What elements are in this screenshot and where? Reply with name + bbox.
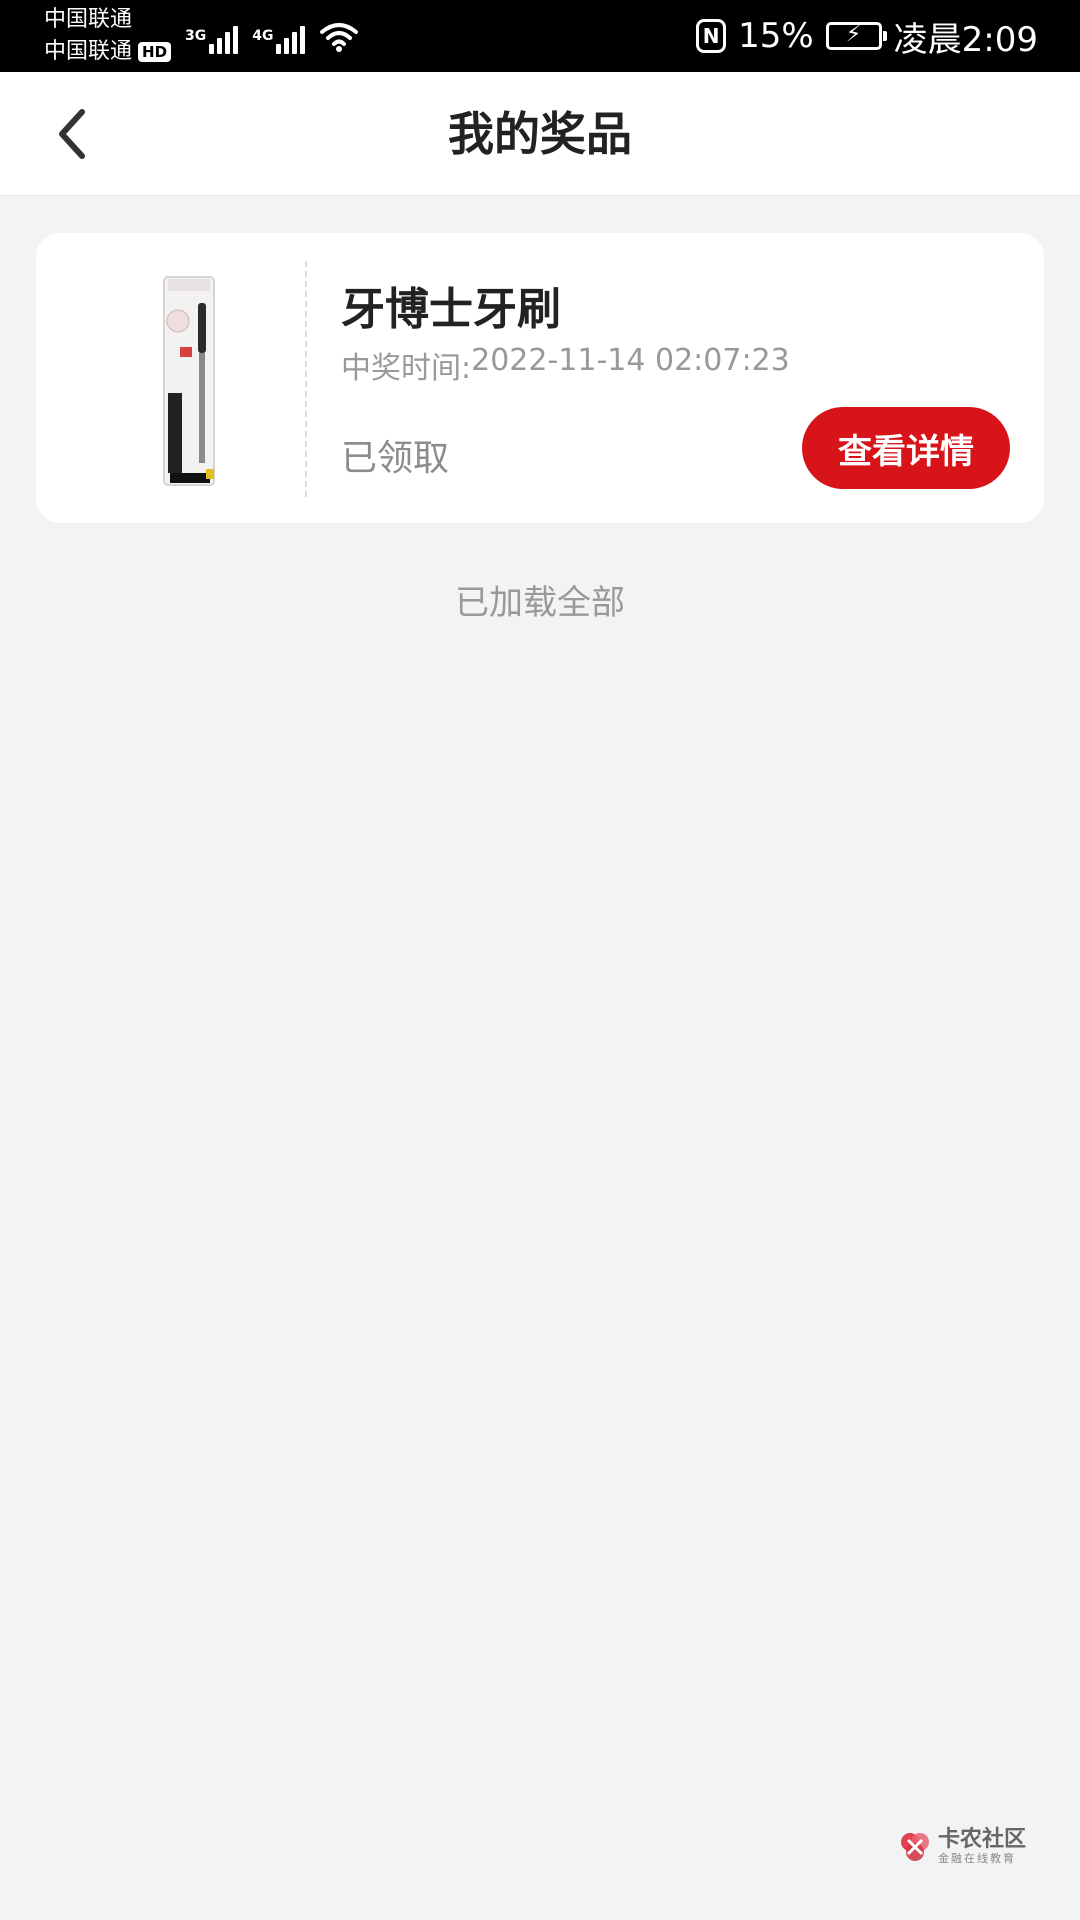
battery-percent: 15% — [738, 16, 814, 56]
signal-group-1: 3G — [185, 26, 239, 54]
carrier-name-1: 中国联通 — [44, 7, 133, 32]
network-type-2: 4G — [252, 28, 274, 44]
kanong-logo-icon — [901, 1833, 929, 1861]
carrier-info: 中国联通 中国联通 HD — [44, 4, 172, 68]
page-title: 我的奖品 — [448, 107, 632, 161]
nfc-icon: N — [696, 19, 727, 53]
hd-badge: HD — [138, 42, 172, 62]
signal-bars-2-icon — [276, 26, 306, 54]
carrier-line-2: 中国联通 HD — [44, 36, 172, 68]
signal-indicators: 3G 4G — [185, 14, 359, 54]
nfc-label: N — [702, 24, 720, 48]
signal-bars-1-icon — [209, 26, 239, 54]
prize-name: 牙博士牙刷 — [341, 284, 561, 335]
status-right: N 15% ⚡ 凌晨2:09 — [696, 0, 1038, 72]
win-time-value: 2022-11-14 02:07:23 — [471, 343, 790, 378]
watermark: 卡农社区 金融在线教育 — [898, 1828, 1026, 1866]
win-time: 中奖时间: 2022-11-14 02:07:23 — [341, 343, 790, 387]
card-divider — [305, 261, 307, 497]
win-time-label: 中奖时间: — [341, 351, 472, 386]
clock: 凌晨2:09 — [893, 19, 1038, 60]
toothbrush-product-image — [163, 276, 215, 486]
wifi-icon — [320, 23, 359, 52]
loaded-all-text: 已加载全部 — [455, 583, 625, 623]
watermark-subtitle: 金融在线教育 — [938, 1852, 1016, 1865]
prize-card[interactable]: 牙博士牙刷 中奖时间: 2022-11-14 02:07:23 已领取 查看详情 — [36, 233, 1044, 523]
status-bar: 中国联通 中国联通 HD 3G 4G N 15% ⚡ 凌晨2:09 — [0, 0, 1080, 72]
battery-charging-icon: ⚡ — [825, 22, 887, 50]
view-details-button[interactable]: 查看详情 — [802, 407, 1010, 489]
carrier-name-2: 中国联通 — [44, 39, 133, 64]
signal-group-2: 4G — [252, 26, 306, 54]
claim-status: 已领取 — [341, 438, 450, 479]
watermark-title: 卡农社区 — [938, 1827, 1027, 1852]
navigation-header: 我的奖品 — [0, 72, 1080, 196]
carrier-line-1: 中国联通 — [44, 4, 171, 36]
network-type-1: 3G — [185, 28, 207, 44]
